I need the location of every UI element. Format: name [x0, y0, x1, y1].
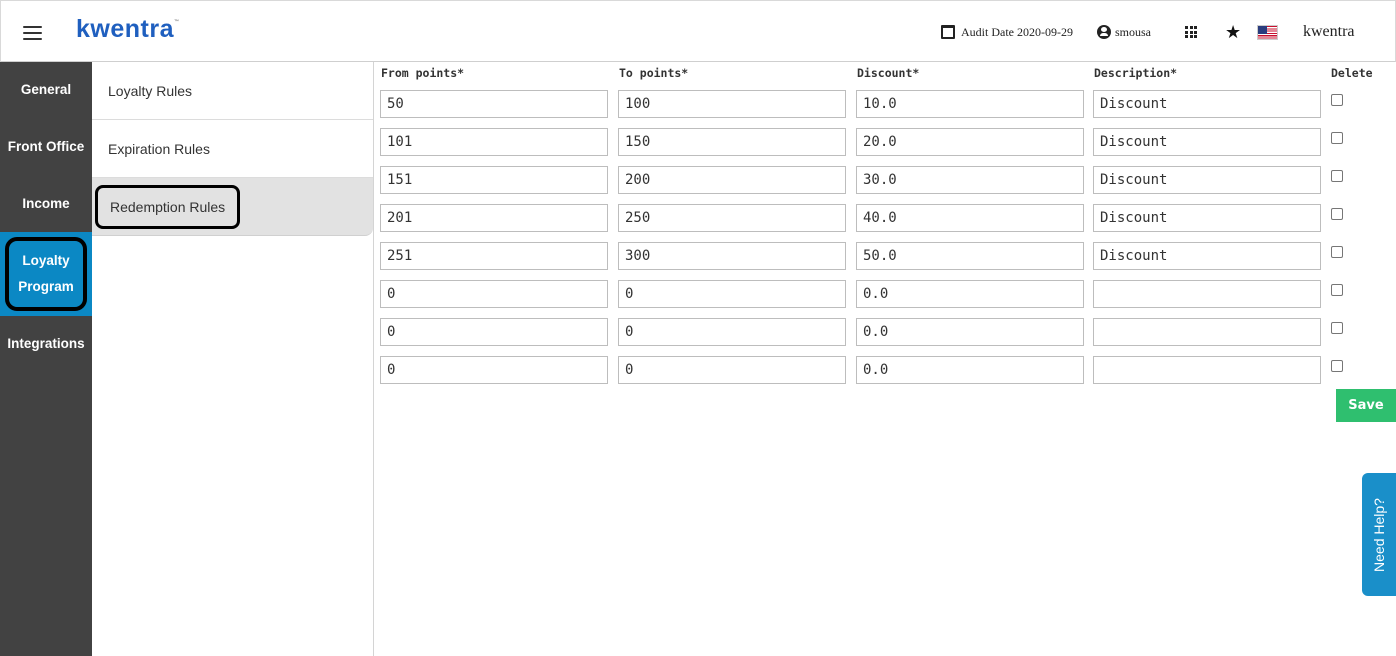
- sidebar-item-income[interactable]: Income: [0, 176, 92, 232]
- from-points-input[interactable]: [380, 356, 608, 384]
- audit-date-text: Audit Date 2020-09-29: [961, 24, 1073, 39]
- sidebar-item-loyalty-program[interactable]: Loyalty Program: [0, 232, 92, 316]
- calendar-icon: [941, 25, 955, 39]
- description-input[interactable]: [1093, 280, 1321, 308]
- delete-checkbox[interactable]: [1331, 284, 1343, 296]
- from-points-input[interactable]: [380, 318, 608, 346]
- us-flag-icon[interactable]: [1257, 1, 1278, 63]
- audit-date: Audit Date 2020-09-29: [941, 1, 1073, 63]
- delete-checkbox[interactable]: [1331, 208, 1343, 220]
- to-points-input[interactable]: [618, 166, 846, 194]
- discount-input[interactable]: [856, 242, 1084, 270]
- apps-grid-icon[interactable]: [1185, 1, 1197, 63]
- delete-checkbox[interactable]: [1331, 360, 1343, 372]
- header-to-points: To points*: [619, 66, 689, 80]
- need-help-tab[interactable]: Need Help?: [1362, 473, 1396, 596]
- loyalty-label-line2: Program: [18, 279, 74, 294]
- delete-checkbox[interactable]: [1331, 170, 1343, 182]
- description-input[interactable]: [1093, 242, 1321, 270]
- from-points-input[interactable]: [380, 90, 608, 118]
- username: smousa: [1115, 24, 1151, 39]
- to-points-input[interactable]: [618, 128, 846, 156]
- header-from-points: From points*: [381, 66, 465, 80]
- subnav-expiration-rules[interactable]: Expiration Rules: [92, 120, 373, 178]
- redemption-rules-label: Redemption Rules: [110, 198, 226, 215]
- loyalty-label-line1: Loyalty: [22, 253, 70, 268]
- from-points-input[interactable]: [380, 166, 608, 194]
- star-icon[interactable]: ★: [1225, 1, 1241, 63]
- need-help-label: Need Help?: [1371, 497, 1387, 572]
- save-button[interactable]: Save: [1336, 389, 1396, 422]
- brand-name: kwentra: [1303, 23, 1355, 40]
- to-points-input[interactable]: [618, 204, 846, 232]
- sidebar-item-front-office[interactable]: Front Office: [0, 118, 92, 176]
- to-points-input[interactable]: [618, 280, 846, 308]
- to-points-input[interactable]: [618, 90, 846, 118]
- description-input[interactable]: [1093, 356, 1321, 384]
- loyalty-program-highlight: Loyalty Program: [5, 237, 87, 311]
- user-menu[interactable]: smousa: [1097, 1, 1151, 63]
- description-input[interactable]: [1093, 318, 1321, 346]
- header-description: Description*: [1094, 66, 1178, 80]
- sidebar-item-integrations[interactable]: Integrations: [0, 316, 92, 372]
- subnav-loyalty-rules[interactable]: Loyalty Rules: [92, 62, 373, 120]
- to-points-input[interactable]: [618, 242, 846, 270]
- logo[interactable]: kwentra™: [76, 15, 179, 44]
- sidebar-item-general[interactable]: General: [0, 62, 92, 118]
- delete-checkbox[interactable]: [1331, 246, 1343, 258]
- header-delete: Delete: [1331, 66, 1373, 80]
- sub-sidebar: Loyalty Rules Expiration Rules Redemptio…: [92, 62, 374, 656]
- subnav-redemption-rules[interactable]: Redemption Rules: [92, 178, 373, 236]
- main-sidebar: General Front Office Income Loyalty Prog…: [0, 62, 92, 656]
- user-icon: [1097, 25, 1111, 39]
- discount-input[interactable]: [856, 90, 1084, 118]
- to-points-input[interactable]: [618, 356, 846, 384]
- description-input[interactable]: [1093, 90, 1321, 118]
- delete-checkbox[interactable]: [1331, 322, 1343, 334]
- delete-checkbox[interactable]: [1331, 132, 1343, 144]
- discount-input[interactable]: [856, 166, 1084, 194]
- top-header: kwentra™ Audit Date 2020-09-29 smousa ★ …: [0, 0, 1396, 62]
- discount-input[interactable]: [856, 318, 1084, 346]
- description-input[interactable]: [1093, 166, 1321, 194]
- redemption-rules-highlight: Redemption Rules: [95, 184, 241, 229]
- to-points-input[interactable]: [618, 318, 846, 346]
- menu-icon[interactable]: [23, 25, 43, 41]
- from-points-input[interactable]: [380, 242, 608, 270]
- delete-checkbox[interactable]: [1331, 94, 1343, 106]
- discount-input[interactable]: [856, 356, 1084, 384]
- discount-input[interactable]: [856, 280, 1084, 308]
- discount-input[interactable]: [856, 204, 1084, 232]
- description-input[interactable]: [1093, 128, 1321, 156]
- header-discount: Discount*: [857, 66, 920, 80]
- discount-input[interactable]: [856, 128, 1084, 156]
- logo-text: kwentra: [76, 15, 174, 43]
- from-points-input[interactable]: [380, 204, 608, 232]
- description-input[interactable]: [1093, 204, 1321, 232]
- from-points-input[interactable]: [380, 280, 608, 308]
- from-points-input[interactable]: [380, 128, 608, 156]
